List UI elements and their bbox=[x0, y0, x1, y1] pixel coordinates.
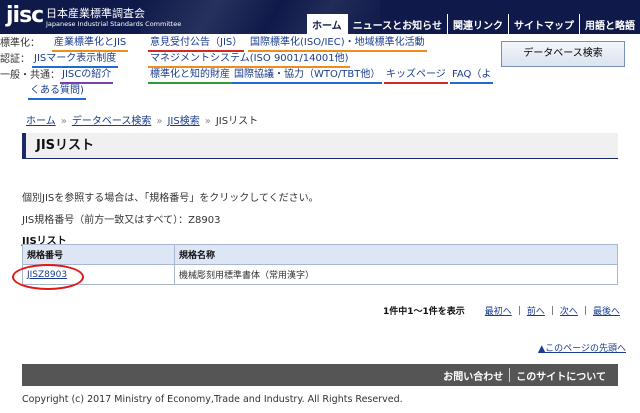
database-search-button[interactable]: データベース検索 bbox=[501, 41, 625, 67]
link-faq-continued[interactable]: くある質問) bbox=[28, 84, 86, 100]
logo-mark: jisc bbox=[6, 3, 44, 28]
query-summary: JIS規格番号（前方一致又はすべて）：Z8903 bbox=[22, 215, 221, 226]
pager-divider: | bbox=[550, 305, 554, 316]
pager-prev[interactable]: 前へ bbox=[527, 304, 545, 317]
pager-divider: | bbox=[583, 305, 587, 316]
column-header-number: 規格番号 bbox=[22, 244, 175, 265]
logo-japanese-name: 日本産業標準調査会 bbox=[46, 7, 145, 20]
link-management-system[interactable]: マネジメントシステム(ISO 9001/14001他) bbox=[148, 52, 351, 68]
top-navigation: ホーム ニュースとお知らせ 関連リンク サイトマップ 用語と略語 bbox=[306, 14, 640, 34]
breadcrumb-separator-icon: » bbox=[204, 116, 211, 127]
logo-english-name: Japanese Industrial Standards Committee bbox=[46, 20, 182, 28]
page-title: JISリスト bbox=[22, 133, 618, 159]
results-table: 規格番号 規格名称 JISZ8903 機械彫刻用標準書体（常用漢字） bbox=[22, 244, 618, 285]
instruction-text: 個別JISを参照する場合は、「規格番号」をクリックしてください。 bbox=[22, 193, 319, 204]
breadcrumb-separator-icon: » bbox=[60, 116, 67, 127]
category-label-certification: 認証： bbox=[0, 54, 30, 65]
breadcrumb: ホーム » データベース検索 » JIS検索 » JISリスト bbox=[26, 112, 258, 127]
pagination: 1件中1～1件を表示 最初へ | 前へ | 次へ | 最後へ bbox=[383, 304, 626, 318]
link-international-standardization[interactable]: 国際標準化(ISO/IEC)・地域標準化活動 bbox=[248, 36, 427, 52]
highlight-circle-annotation bbox=[12, 264, 84, 290]
category-row-standardization: 標準化： 産業標準化とJIS 意見受付公告（JIS） 国際標準化(ISO/IEC… bbox=[0, 36, 460, 52]
breadcrumb-jis-search[interactable]: JIS検索 bbox=[167, 116, 199, 127]
table-row: JISZ8903 機械彫刻用標準書体（常用漢字） bbox=[22, 264, 618, 285]
link-public-comment[interactable]: 意見受付公告（JIS） bbox=[148, 36, 245, 52]
site-header: jisc 日本産業標準調査会 Japanese Industrial Stand… bbox=[0, 0, 640, 34]
category-label-general: 一般・共通： bbox=[0, 70, 60, 81]
link-about-jisc[interactable]: JISCの紹介 bbox=[60, 68, 114, 84]
breadcrumb-current: JISリスト bbox=[215, 116, 259, 127]
cell-standard-name: 機械彫刻用標準書体（常用漢字） bbox=[174, 264, 618, 285]
link-kids-page[interactable]: キッズページ bbox=[384, 68, 448, 84]
link-international-cooperation[interactable]: 国際協議・協力（WTO/TBT他） bbox=[232, 68, 383, 84]
result-count: 1件中1～1件を表示 bbox=[383, 307, 465, 317]
footer-links: お問い合わせ このサイトについて bbox=[437, 368, 612, 383]
copyright: Copyright (c) 2017 Ministry of Economy,T… bbox=[22, 394, 403, 405]
site-logo[interactable]: jisc 日本産業標準調査会 Japanese Industrial Stand… bbox=[6, 3, 181, 33]
breadcrumb-database-search[interactable]: データベース検索 bbox=[72, 116, 152, 127]
site-footer: お問い合わせ このサイトについて bbox=[22, 364, 618, 386]
link-industrial-standardization[interactable]: 産業標準化とJIS bbox=[52, 36, 129, 52]
link-ip-standardization[interactable]: 標準化と知的財産 bbox=[148, 68, 232, 84]
pager-divider: | bbox=[517, 305, 521, 316]
pager-next[interactable]: 次へ bbox=[560, 304, 578, 317]
table-header-row: 規格番号 規格名称 bbox=[22, 244, 618, 265]
category-row-certification: 認証： JISマーク表示制度 マネジメントシステム(ISO 9001/14001… bbox=[0, 52, 460, 68]
column-header-name: 規格名称 bbox=[174, 244, 618, 265]
nav-news[interactable]: ニュースとお知らせ bbox=[346, 14, 447, 34]
breadcrumb-home[interactable]: ホーム bbox=[26, 116, 56, 127]
footer-contact-link[interactable]: お問い合わせ bbox=[437, 368, 509, 383]
breadcrumb-separator-icon: » bbox=[156, 116, 163, 127]
nav-glossary[interactable]: 用語と略語 bbox=[579, 14, 640, 34]
nav-home[interactable]: ホーム bbox=[306, 14, 347, 34]
category-navigation: 標準化： 産業標準化とJIS 意見受付公告（JIS） 国際標準化(ISO/IEC… bbox=[0, 36, 494, 100]
nav-sitemap[interactable]: サイトマップ bbox=[508, 14, 579, 34]
category-row-general: 一般・共通： JISCの紹介 標準化と知的財産 国際協議・協力（WTO/TBT他… bbox=[0, 68, 494, 84]
pager-last[interactable]: 最後へ bbox=[593, 304, 620, 317]
category-row-faq-cont: くある質問) bbox=[0, 84, 460, 100]
pager-first[interactable]: 最初へ bbox=[485, 304, 512, 317]
link-jis-mark[interactable]: JISマーク表示制度 bbox=[32, 52, 119, 68]
footer-about-link[interactable]: このサイトについて bbox=[510, 368, 612, 383]
nav-related-links[interactable]: 関連リンク bbox=[447, 14, 508, 34]
category-label-standardization: 標準化： bbox=[0, 38, 40, 49]
back-to-top-link[interactable]: ▲このページの先頭へ bbox=[538, 341, 626, 354]
link-faq[interactable]: FAQ（よ bbox=[450, 68, 494, 84]
